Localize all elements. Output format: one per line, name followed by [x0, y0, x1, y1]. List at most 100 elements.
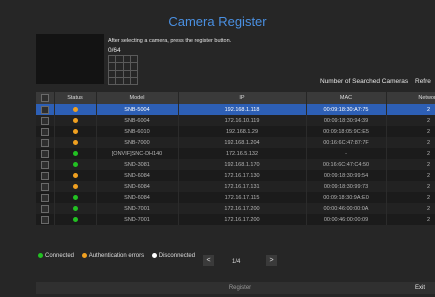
table-row[interactable]: SNB-6004 172.16.10.119 00:09:18:30:94:39 2: [36, 115, 435, 126]
row-select-cell[interactable]: [36, 148, 55, 159]
status-dot-icon: [72, 194, 78, 200]
table-row[interactable]: SND-6084 172.16.17.131 00:09:18:30:99:73 2: [36, 181, 435, 192]
model-cell: SNB-7000: [96, 137, 179, 148]
row-select-cell[interactable]: [36, 115, 55, 126]
select-all-checkbox[interactable]: [40, 94, 49, 102]
refresh-button[interactable]: Refre: [415, 78, 431, 85]
status-cell: [54, 159, 97, 170]
table-row[interactable]: SNB-7000 192.168.1.204 00:16:6C:47:87:7F 2: [36, 137, 435, 148]
mac-cell: 00:09:18:05:9C:E5: [306, 126, 387, 137]
mac-cell: 00:16:6C:47:87:7F: [306, 137, 387, 148]
table-header: Status Model IP MAC Network: [36, 92, 435, 104]
row-checkbox[interactable]: [40, 149, 49, 158]
row-select-cell[interactable]: [36, 126, 55, 137]
row-select-cell[interactable]: [36, 170, 55, 181]
camera-preview: [36, 34, 104, 84]
row-select-cell[interactable]: [36, 181, 55, 192]
network-cell: 2: [386, 214, 435, 225]
mac-cell: -: [306, 148, 387, 159]
selected-count: 0/64: [108, 47, 121, 54]
row-checkbox[interactable]: [40, 193, 49, 202]
status-dot-icon: [72, 117, 78, 123]
row-select-cell[interactable]: [36, 137, 55, 148]
model-cell: SND-6084: [96, 181, 179, 192]
model-cell: [ONVIF]SNC-DH140: [96, 148, 179, 159]
ip-cell: 172.16.5.132: [178, 148, 307, 159]
register-button[interactable]: Register: [210, 283, 270, 293]
ip-cell: 172.16.17.131: [178, 181, 307, 192]
status-legend: Connected Authentication errors Disconne…: [38, 253, 201, 259]
status-cell: [54, 148, 97, 159]
model-cell: SNB-5004: [96, 104, 179, 115]
row-checkbox[interactable]: [40, 171, 49, 180]
row-select-cell[interactable]: [36, 159, 55, 170]
table-row[interactable]: [ONVIF]SNC-DH140 172.16.5.132-2: [36, 148, 435, 159]
ip-cell: 192.168.1.118: [178, 104, 307, 115]
row-select-cell[interactable]: [36, 192, 55, 203]
ip-cell: 192.168.1.29: [178, 126, 307, 137]
row-checkbox[interactable]: [40, 138, 49, 147]
row-select-cell[interactable]: [36, 214, 55, 225]
model-cell: SND-6084: [96, 192, 179, 203]
table-row[interactable]: SNB-5004 192.168.1.118 00:09:18:30:A7:75 2: [36, 104, 435, 115]
mac-cell: 00:09:18:30:99:54: [306, 170, 387, 181]
ip-cell: 192.168.1.204: [178, 137, 307, 148]
ip-header[interactable]: IP: [178, 92, 307, 104]
status-cell: [54, 126, 97, 137]
row-checkbox[interactable]: [40, 215, 49, 224]
model-cell: SND-7001: [96, 214, 179, 225]
status-dot-icon: [72, 161, 78, 167]
model-cell: SND-3081: [96, 159, 179, 170]
mac-cell: 00:09:18:30:99:73: [306, 181, 387, 192]
status-dot-icon: [72, 205, 78, 211]
status-header[interactable]: Status: [54, 92, 97, 104]
model-cell: SND-7001: [96, 203, 179, 214]
camera-table: Status Model IP MAC Network SNB-5004192.…: [36, 92, 435, 250]
grid-layout-icon[interactable]: [108, 55, 138, 85]
row-checkbox[interactable]: [40, 127, 49, 136]
row-checkbox[interactable]: [40, 105, 49, 114]
ip-cell: 172.16.17.200: [178, 214, 307, 225]
row-checkbox[interactable]: [40, 182, 49, 191]
ip-cell: 172.16.17.115: [178, 192, 307, 203]
legend-auth-error: Authentication errors: [88, 253, 145, 260]
ip-cell: 172.16.10.119: [178, 115, 307, 126]
row-checkbox[interactable]: [40, 204, 49, 213]
prev-page-button[interactable]: <: [203, 255, 214, 266]
table-row[interactable]: SND-7001 172.16.17.200 00:00:46:00:00:0A 2: [36, 203, 435, 214]
network-cell: 2: [386, 137, 435, 148]
table-row[interactable]: SND-6084 172.16.17.130 00:09:18:30:99:54 2: [36, 170, 435, 181]
status-cell: [54, 170, 97, 181]
status-dot-icon: [72, 150, 78, 156]
row-checkbox[interactable]: [40, 116, 49, 125]
status-cell: [54, 137, 97, 148]
connected-status-icon: [38, 253, 43, 258]
network-cell: 2: [386, 203, 435, 214]
status-cell: [54, 203, 97, 214]
table-row[interactable]: SND-7001 172.16.17.200 00:00:46:00:00:09 2: [36, 214, 435, 225]
table-row[interactable]: SND-6084 172.16.17.115 00:09:18:30:9A:E0 2: [36, 192, 435, 203]
row-checkbox[interactable]: [40, 160, 49, 169]
network-cell: 2: [386, 192, 435, 203]
select-all-header[interactable]: [36, 92, 55, 104]
status-cell: [54, 192, 97, 203]
exit-button[interactable]: Exit: [405, 283, 435, 293]
disconnected-status-icon: [151, 253, 157, 258]
row-select-cell[interactable]: [36, 104, 55, 115]
network-cell: 2: [386, 170, 435, 181]
mac-cell: 00:09:18:30:94:39: [306, 115, 387, 126]
network-cell: 2: [386, 181, 435, 192]
ip-cell: 172.16.17.130: [178, 170, 307, 181]
next-page-button[interactable]: >: [266, 255, 277, 266]
status-cell: [54, 214, 97, 225]
status-dot-icon: [72, 183, 78, 189]
table-row[interactable]: SNB-6010 192.168.1.29 00:09:18:05:9C:E5 2: [36, 126, 435, 137]
mac-header[interactable]: MAC: [306, 92, 387, 104]
table-row[interactable]: SND-3081 192.168.1.170 00:16:6C:47:C4:50 2: [36, 159, 435, 170]
network-header[interactable]: Network: [386, 92, 435, 104]
model-header[interactable]: Model: [96, 92, 179, 104]
searched-cameras-label: Number of Searched Cameras: [320, 78, 409, 85]
mac-cell: 00:00:46:00:00:09: [306, 214, 387, 225]
network-cell: 2: [386, 126, 435, 137]
row-select-cell[interactable]: [36, 203, 55, 214]
